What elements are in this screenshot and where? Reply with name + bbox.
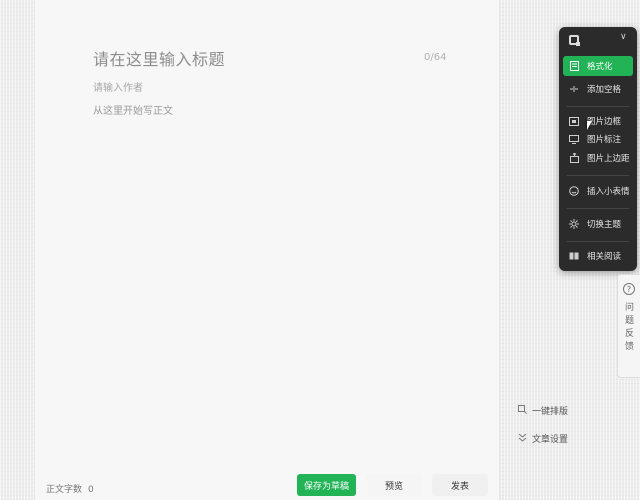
mouse-cursor-icon <box>587 121 595 130</box>
editor-sheet: 请在这里输入标题 0/64 请输入作者 从这里开始写正文 <box>34 0 500 500</box>
toolbar-item-add-space[interactable]: 添加空格 <box>563 79 633 99</box>
toolbar-divider <box>567 208 629 209</box>
feedback-label: 问题反馈 <box>625 303 635 352</box>
toolbar-divider <box>567 106 629 107</box>
image-margin-icon <box>569 153 579 163</box>
author-input[interactable]: 请输入作者 <box>93 79 143 94</box>
word-count-value: 0 <box>88 485 94 495</box>
layout-wand-icon <box>518 404 528 416</box>
toolbar-item-label: 图片标注 <box>587 135 622 145</box>
title-char-count: 0/64 <box>424 52 447 63</box>
article-settings-label: 文章设置 <box>532 434 569 445</box>
toolbar-item-switch-theme[interactable]: 切换主题 <box>563 214 633 234</box>
toolbar-item-label: 添加空格 <box>587 85 622 95</box>
emoji-icon <box>569 186 579 196</box>
add-space-icon <box>569 84 579 94</box>
feedback-tab[interactable]: ? 问题反馈 <box>617 274 640 378</box>
image-border-icon <box>569 116 579 126</box>
app-window: 请在这里输入标题 0/64 请输入作者 从这里开始写正文 ∨ 格式化 添加空格 <box>0 0 640 500</box>
save-draft-button[interactable]: 保存为草稿 <box>297 474 356 496</box>
toolbar-item-image-border[interactable]: 图片边框 <box>563 111 633 131</box>
formatting-toolbar: ∨ 格式化 添加空格 图片边框 图片标注 图片上边距 插入小表情 切换主题 相关… <box>559 27 637 271</box>
question-icon: ? <box>623 283 635 295</box>
toolbar-item-image-margin[interactable]: 图片上边距 <box>563 148 633 168</box>
toolbar-divider <box>567 241 629 242</box>
word-count: 正文字数 0 <box>46 482 94 495</box>
toolbar-item-label: 切换主题 <box>587 220 622 230</box>
one-click-layout-button[interactable]: 一键排版 <box>512 400 578 420</box>
theme-icon <box>569 219 579 229</box>
toolbar-item-label: 相关阅读 <box>587 252 622 262</box>
chevron-down-icon[interactable]: ∨ <box>620 32 627 42</box>
body-editor[interactable]: 从这里开始写正文 <box>93 102 173 117</box>
book-icon <box>569 251 579 261</box>
toolbar-item-image-caption[interactable]: 图片标注 <box>563 129 633 149</box>
title-input[interactable]: 请在这里输入标题 <box>93 46 393 70</box>
image-caption-icon <box>569 134 579 144</box>
double-chevron-down-icon <box>518 433 528 444</box>
toolbar-item-label: 插入小表情 <box>587 187 630 197</box>
toolbar-divider <box>567 175 629 176</box>
toolbar-item-related-reading[interactable]: 相关阅读 <box>563 246 633 266</box>
toolbar-item-emoji[interactable]: 插入小表情 <box>563 181 633 201</box>
article-settings-button[interactable]: 文章设置 <box>512 428 578 448</box>
toolbar-header: ∨ <box>559 27 637 53</box>
preview-button[interactable]: 预览 <box>366 474 422 496</box>
publish-button[interactable]: 发表 <box>432 474 488 496</box>
plugin-logo-icon <box>569 35 580 46</box>
toolbar-item-label: 图片上边距 <box>587 154 630 164</box>
toolbar-item-label: 格式化 <box>587 62 613 72</box>
toolbar-item-format[interactable]: 格式化 <box>563 56 633 76</box>
word-count-label: 正文字数 <box>46 485 83 495</box>
one-click-layout-label: 一键排版 <box>532 406 569 417</box>
format-doc-icon <box>569 61 579 71</box>
